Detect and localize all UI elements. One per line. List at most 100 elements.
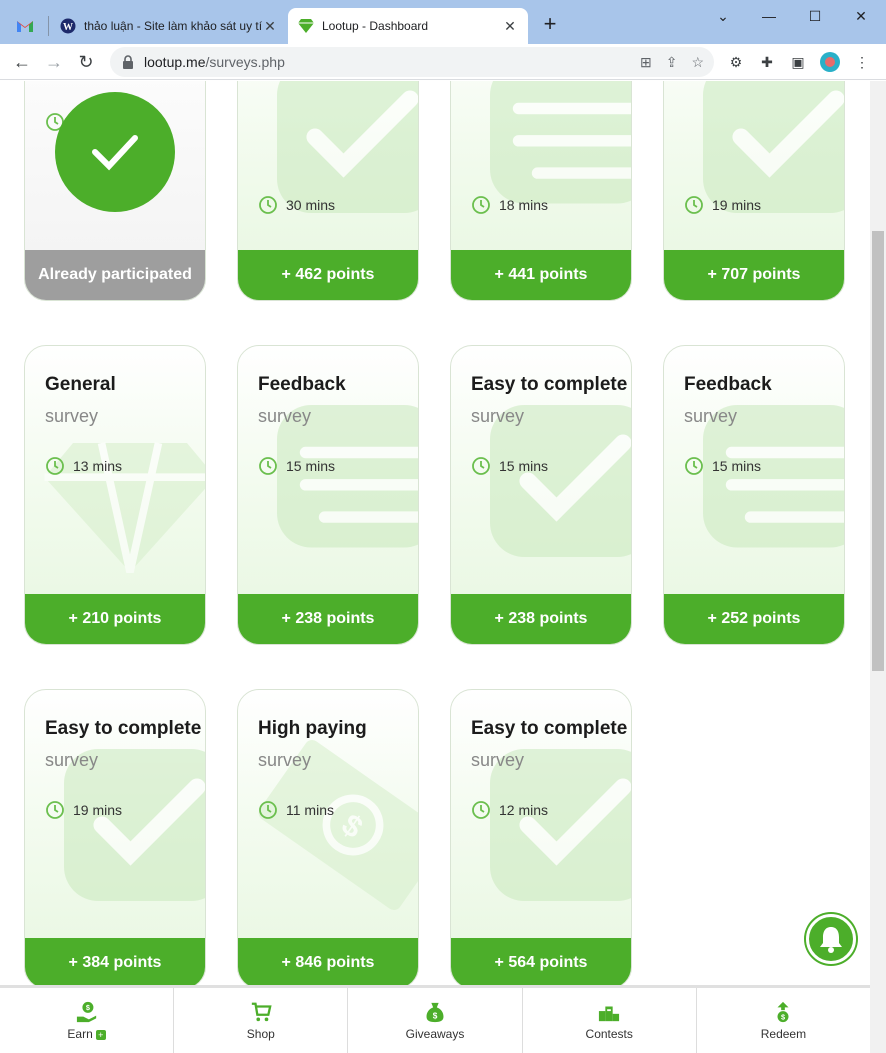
clock-icon xyxy=(685,457,703,475)
survey-time: 15 mins xyxy=(471,456,548,476)
clock-icon xyxy=(46,801,64,819)
survey-time: 18 mins xyxy=(471,195,548,215)
survey-card[interactable]: Easy to complete survey 19 mins + 384 po… xyxy=(24,689,206,989)
diamond-icon xyxy=(298,18,314,34)
nav-redeem[interactable]: $ Redeem xyxy=(697,988,870,1053)
wordpress-icon: W xyxy=(60,18,76,34)
survey-time: 19 mins xyxy=(684,195,761,215)
tab-lootup[interactable]: Lootup - Dashboard ✕ xyxy=(288,8,528,44)
bookmark-star-icon[interactable]: ☆ xyxy=(691,54,704,71)
sidebar-icon[interactable]: ▣ xyxy=(788,52,808,72)
points-button[interactable]: + 210 points xyxy=(25,594,205,644)
gmail-icon xyxy=(17,18,33,34)
lock-icon xyxy=(123,55,133,69)
clock-icon xyxy=(472,457,490,475)
points-button[interactable]: + 462 points xyxy=(238,250,418,300)
reload-button[interactable]: ↻ xyxy=(74,50,98,74)
survey-time: 13 mins xyxy=(45,456,122,476)
bell-icon xyxy=(820,927,842,953)
survey-subtitle: survey xyxy=(684,406,738,426)
svg-text:$: $ xyxy=(781,1012,785,1021)
page-scrollbar[interactable] xyxy=(870,81,886,1053)
plus-icon: + xyxy=(95,1029,106,1040)
clock-icon xyxy=(259,196,277,214)
share-icon[interactable]: ⇪ xyxy=(666,54,678,71)
money-bag-icon: $ xyxy=(426,1002,444,1022)
browser-toolbar: ← → ↻ lootup.me/surveys.php ⊞ ⇪ ☆ ⚙ ✚ ▣ … xyxy=(0,44,886,80)
survey-card[interactable]: 30 mins + 462 points xyxy=(237,81,419,301)
maximize-button[interactable]: ☐ xyxy=(800,4,830,28)
profile-avatar[interactable] xyxy=(820,52,840,72)
browser-tabstrip: W thảo luận - Site làm khảo sát uy tín ✕… xyxy=(0,0,886,44)
survey-title: Easy to complete xyxy=(471,718,628,739)
survey-title: General xyxy=(45,374,116,395)
tab-title: thảo luận - Site làm khảo sát uy tín xyxy=(84,19,262,33)
clock-icon xyxy=(472,196,490,214)
points-button[interactable]: + 252 points xyxy=(664,594,844,644)
nav-shop[interactable]: Shop xyxy=(174,988,349,1053)
survey-card[interactable]: 18 mins + 441 points xyxy=(450,81,632,301)
svg-text:$: $ xyxy=(433,1011,438,1020)
survey-card[interactable]: Feedback survey 15 mins + 238 points xyxy=(237,345,419,645)
clock-icon xyxy=(259,457,277,475)
points-button[interactable]: + 846 points xyxy=(238,938,418,988)
clock-icon xyxy=(685,196,703,214)
clock-icon xyxy=(259,801,277,819)
notification-bell-button[interactable] xyxy=(806,914,856,964)
nav-contests[interactable]: Contests xyxy=(523,988,697,1053)
survey-card[interactable]: $ High paying survey 11 mins + 846 point… xyxy=(237,689,419,989)
close-window-button[interactable]: ✕ xyxy=(846,4,876,28)
survey-title: Easy to complete xyxy=(45,718,202,739)
close-tab-icon[interactable]: ✕ xyxy=(262,18,278,35)
forward-button[interactable]: → xyxy=(42,50,66,74)
points-button[interactable]: + 384 points xyxy=(25,938,205,988)
page-content: Already participated 30 mins + 462 point… xyxy=(0,81,870,1053)
survey-subtitle: survey xyxy=(45,406,99,426)
scrollbar-thumb[interactable] xyxy=(872,231,884,671)
survey-card[interactable]: General survey 13 mins + 210 points xyxy=(24,345,206,645)
menu-icon[interactable]: ⋮ xyxy=(852,52,872,72)
svg-text:W: W xyxy=(63,22,73,33)
points-button[interactable]: + 238 points xyxy=(238,594,418,644)
nav-earn[interactable]: $ Earn + xyxy=(0,988,175,1053)
new-tab-button[interactable]: + xyxy=(538,12,562,36)
podium-icon xyxy=(599,1006,620,1021)
url-path: /surveys.php xyxy=(205,54,285,70)
redeem-icon: $ xyxy=(777,1001,789,1022)
minimize-button[interactable]: — xyxy=(754,4,784,28)
tab-title: Lootup - Dashboard xyxy=(322,19,429,33)
survey-title: Feedback xyxy=(684,374,772,395)
survey-card[interactable]: Easy to complete survey 15 mins + 238 po… xyxy=(450,345,632,645)
tab-separator xyxy=(48,16,49,36)
points-button[interactable]: + 441 points xyxy=(451,250,631,300)
survey-card[interactable]: Already participated xyxy=(24,81,206,301)
points-button[interactable]: + 564 points xyxy=(451,938,631,988)
svg-text:$: $ xyxy=(85,1003,89,1012)
extension-icon[interactable]: ⚙ xyxy=(726,52,746,72)
survey-subtitle: survey xyxy=(471,406,525,426)
points-button[interactable]: + 238 points xyxy=(451,594,631,644)
survey-time: 15 mins xyxy=(258,456,335,476)
survey-time: 11 mins xyxy=(258,800,334,820)
tab-gmail[interactable] xyxy=(12,8,46,44)
survey-card[interactable]: 19 mins + 707 points xyxy=(663,81,845,301)
puzzle-icon[interactable]: ✚ xyxy=(757,52,777,72)
close-tab-icon[interactable]: ✕ xyxy=(502,18,518,35)
nav-giveaways[interactable]: $ Giveaways xyxy=(348,988,523,1053)
survey-card[interactable]: Feedback survey 15 mins + 252 points xyxy=(663,345,845,645)
survey-subtitle: survey xyxy=(258,406,312,426)
tab-wordpress[interactable]: W thảo luận - Site làm khảo sát uy tín ✕ xyxy=(50,8,288,44)
url-domain: lootup.me xyxy=(144,54,206,70)
tab-search-chevron-icon[interactable]: ⌄ xyxy=(708,4,738,28)
survey-subtitle: survey xyxy=(471,750,525,770)
participated-check-icon xyxy=(55,92,175,212)
clock-icon xyxy=(472,801,490,819)
back-button[interactable]: ← xyxy=(10,50,34,74)
points-button[interactable]: + 707 points xyxy=(664,250,844,300)
address-bar[interactable]: lootup.me/surveys.php ⊞ ⇪ ☆ xyxy=(110,47,714,77)
survey-title: Easy to complete xyxy=(471,374,628,395)
earn-icon: $ xyxy=(76,1001,96,1022)
translate-icon[interactable]: ⊞ xyxy=(640,54,652,71)
survey-card[interactable]: Easy to complete survey 12 mins + 564 po… xyxy=(450,689,632,989)
survey-title: Feedback xyxy=(258,374,346,395)
